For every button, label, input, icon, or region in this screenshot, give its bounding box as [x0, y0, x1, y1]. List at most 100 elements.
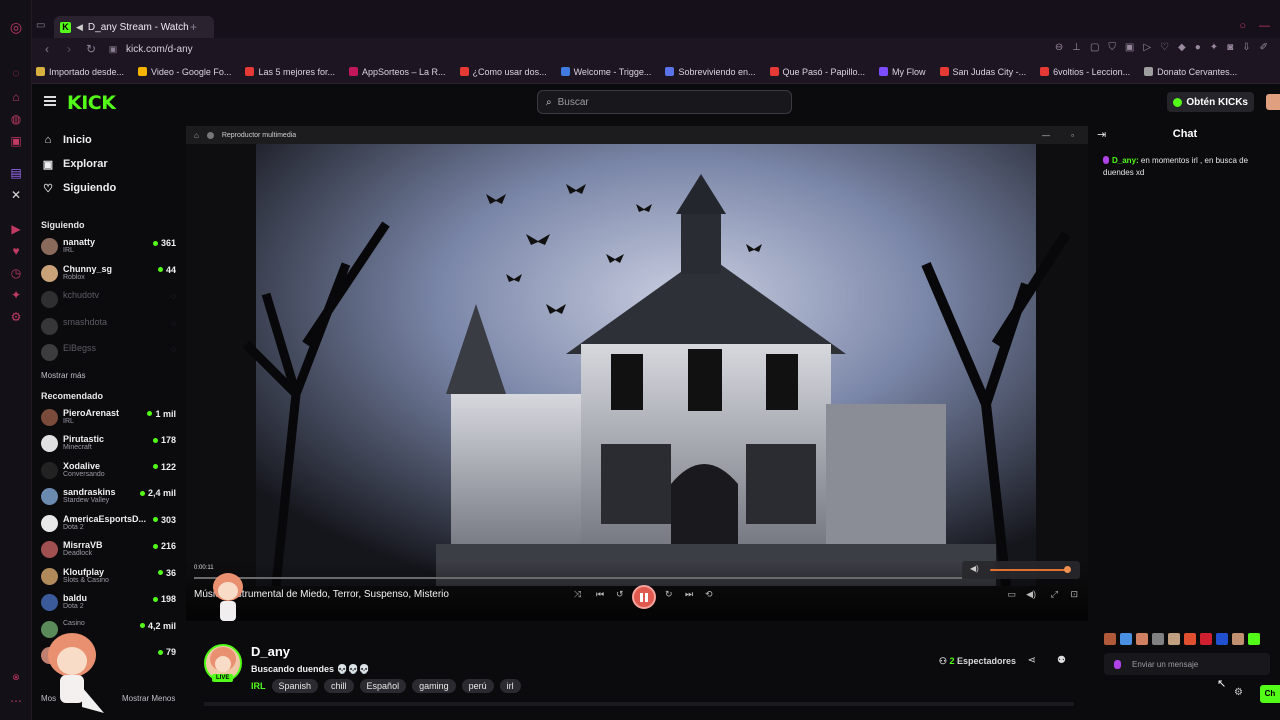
tag-chip[interactable]: chill	[324, 679, 354, 693]
forward-icon[interactable]: ↻	[665, 589, 673, 600]
bookmark-item[interactable]: 6voltios - Leccion...	[1040, 67, 1130, 77]
emote-icon[interactable]	[1248, 633, 1260, 645]
kick-logo[interactable]: KICK	[67, 92, 116, 114]
get-kicks-button[interactable]: Obtén KICKs	[1167, 92, 1254, 112]
sidebar-app-icon[interactable]: ⌂	[9, 90, 23, 104]
zoom-icon[interactable]: ⊖	[1055, 42, 1063, 53]
more-options-icon[interactable]: ⊡	[1070, 589, 1078, 600]
twitch-icon[interactable]: ▤	[9, 166, 23, 180]
home-icon[interactable]: ⌂	[194, 131, 199, 140]
notification-icon[interactable]: ●	[1195, 42, 1201, 53]
emote-icon[interactable]	[1184, 633, 1196, 645]
volume-button-icon[interactable]: ◀)	[1026, 589, 1036, 600]
menu-icon[interactable]	[44, 96, 56, 106]
shield-icon[interactable]: ⛉	[1108, 42, 1116, 53]
sidebar-channel[interactable]: ElBegss ◌	[32, 340, 182, 367]
sidebar-channel[interactable]: AmericaEsportsD... Dota 2 303	[32, 511, 182, 538]
bookmark-item[interactable]: Las 5 mejores for...	[245, 67, 335, 77]
nav-following[interactable]: ♡ Siguiendo	[32, 176, 182, 200]
bookmark-item[interactable]: My Flow	[879, 67, 926, 77]
bookmark-item[interactable]: Sobreviviendo en...	[665, 67, 756, 77]
emote-icon[interactable]	[1200, 633, 1212, 645]
miniplayer-icon[interactable]: ▭	[1007, 589, 1016, 600]
player-icon[interactable]: ▶	[9, 222, 23, 236]
show-more-link[interactable]: Mostrar más	[32, 367, 182, 385]
camera-icon[interactable]: ▣	[1125, 42, 1134, 53]
emote-icon[interactable]	[1168, 633, 1180, 645]
sidebar-channel[interactable]: sandraskins Stardew Valley 2,4 mil	[32, 484, 182, 511]
emote-icon[interactable]	[1120, 633, 1132, 645]
chat-settings-icon[interactable]: ⚙	[1234, 687, 1243, 698]
chat-send-button[interactable]: Ch	[1260, 685, 1280, 703]
sidebar-channel[interactable]: Chunny_sg Roblox 44	[32, 261, 182, 288]
snapshot-icon[interactable]: ▢	[1090, 42, 1099, 53]
sidebar-channel[interactable]: nanatty IRL 361	[32, 234, 182, 261]
search-input[interactable]: ⌕ Buscar	[537, 90, 792, 114]
new-tab-icon[interactable]: +	[190, 20, 197, 34]
bookmark-item[interactable]: Que Pasó - Papillo...	[769, 67, 865, 77]
sidebar-more-icon[interactable]: ⊗	[9, 670, 23, 684]
user-avatar[interactable]	[1266, 94, 1280, 110]
puzzle-icon[interactable]: ✦	[1210, 42, 1218, 53]
back-icon[interactable]: ‹	[40, 42, 54, 56]
emote-icon[interactable]	[1152, 633, 1164, 645]
bookmark-icon[interactable]: ♥	[9, 244, 23, 258]
profile-icon[interactable]: ◙	[1227, 42, 1233, 53]
send-icon[interactable]: ▷	[1143, 42, 1151, 53]
bookmark-item[interactable]: ¿Como usar dos...	[459, 67, 547, 77]
share-icon[interactable]: ⋖	[1028, 655, 1036, 666]
fullscreen-icon[interactable]: ⤢	[1051, 589, 1058, 600]
chat-input[interactable]: Enviar un mensaje	[1104, 653, 1270, 675]
tag-chip[interactable]: Español	[359, 679, 407, 693]
tag-chip[interactable]: irl	[499, 679, 521, 693]
video-player[interactable]: ⌂ Reproductor multimedia — ▫ 0:00:11 ◀) …	[186, 126, 1088, 621]
window-minimize-icon[interactable]: —	[1042, 131, 1050, 140]
aria-icon[interactable]: ◌	[9, 66, 23, 80]
sidebar-channel[interactable]: smashdota ◌	[32, 314, 182, 341]
pause-button[interactable]	[632, 585, 656, 609]
tab-overview-icon[interactable]: ▭	[36, 20, 45, 31]
x-icon[interactable]: ✕	[9, 188, 23, 202]
opera-logo-icon[interactable]: ◎	[9, 20, 23, 34]
tab-search-icon[interactable]: ○	[1239, 20, 1246, 32]
repeat-icon[interactable]: ⟲	[705, 589, 713, 600]
chat-username[interactable]: D_any	[1112, 156, 1136, 165]
show-less-link[interactable]: Mostrar Menos	[122, 694, 175, 703]
tag-chip[interactable]: gaming	[412, 679, 456, 693]
tag-chip[interactable]: perú	[461, 679, 494, 693]
next-icon[interactable]: ⏭	[685, 589, 693, 600]
bookmark-item[interactable]: Importado desde...	[36, 67, 124, 77]
bookmark-item[interactable]: San Judas City -...	[939, 67, 1026, 77]
streamer-name[interactable]: D_any	[251, 644, 290, 659]
volume-knob[interactable]	[1064, 566, 1071, 573]
sidebar-menu-icon[interactable]: ⋯	[9, 694, 23, 708]
download-icon[interactable]: ⇩	[1242, 42, 1250, 53]
emote-icon[interactable]	[1232, 633, 1244, 645]
window-restore-icon[interactable]: ▫	[1071, 131, 1074, 140]
shuffle-icon[interactable]: ⤨	[574, 589, 581, 600]
sidebar-channel[interactable]: MisrraVB Deadlock 216	[32, 537, 182, 564]
category-link[interactable]: IRL	[251, 681, 266, 691]
extension-icon[interactable]: ◆	[1178, 42, 1186, 53]
seek-bar[interactable]	[194, 577, 962, 579]
forward-icon[interactable]: ›	[62, 42, 76, 56]
heart-icon[interactable]: ♡	[1160, 42, 1169, 53]
settings-icon[interactable]: ⚙	[9, 310, 23, 324]
sidebar-channel[interactable]: baldu Dota 2 198	[32, 590, 182, 617]
volume-icon[interactable]: ◀)	[970, 564, 979, 573]
messenger-icon[interactable]: ◍	[9, 112, 23, 126]
tag-chip[interactable]: Spanish	[271, 679, 319, 693]
pin-icon[interactable]: ⊥	[1072, 42, 1081, 53]
extensions-icon[interactable]: ✦	[9, 288, 23, 302]
minimize-icon[interactable]: —	[1259, 20, 1270, 32]
sidebar-channel[interactable]: kchudotv ◌	[32, 287, 182, 314]
ai-icon[interactable]: ✐	[1260, 42, 1268, 53]
volume-slider[interactable]	[990, 569, 1068, 571]
sidebar-channel[interactable]: Kloufplay Slots & Casino 36	[32, 564, 182, 591]
nav-explore[interactable]: ▣ Explorar	[32, 152, 182, 176]
instagram-icon[interactable]: ▣	[9, 134, 23, 148]
bookmark-item[interactable]: Donato Cervantes...	[1144, 67, 1237, 77]
nav-home[interactable]: ⌂ Inicio	[32, 128, 182, 152]
emote-icon[interactable]	[1136, 633, 1148, 645]
sidebar-channel[interactable]: PieroArenast IRL 1 mil	[32, 405, 182, 432]
